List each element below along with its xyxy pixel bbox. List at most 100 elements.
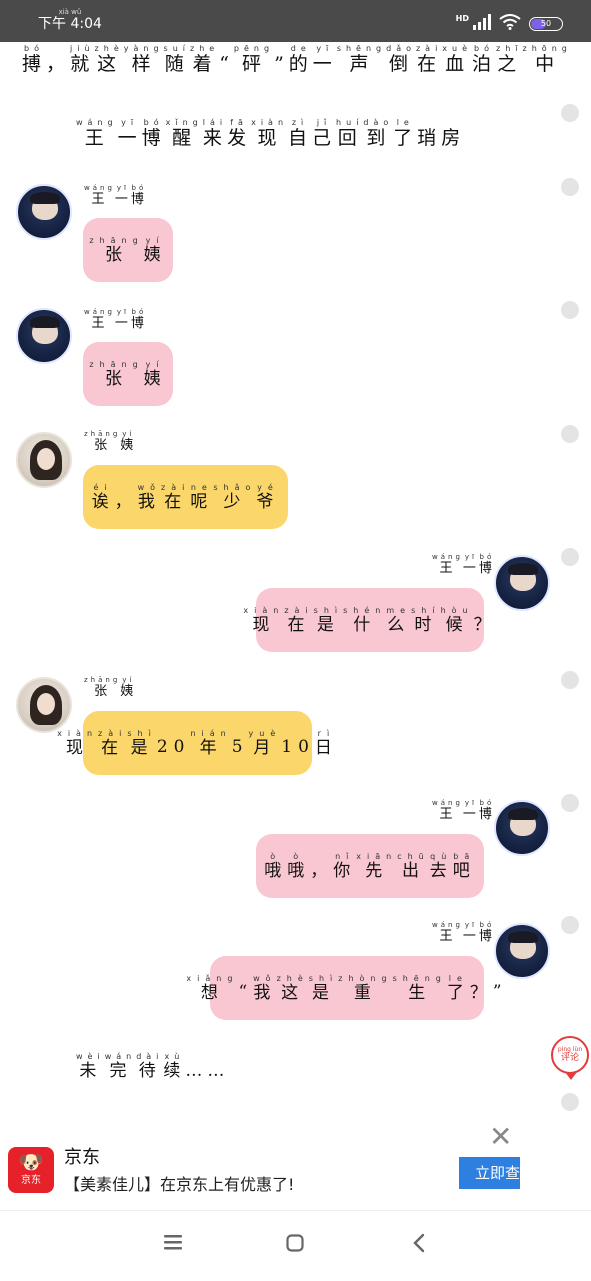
story-pinyin: shēng — [336, 44, 387, 53]
message-char: 哦ò — [264, 851, 288, 881]
message-pinyin: bā — [452, 851, 476, 861]
message-pinyin: shǎo — [213, 482, 257, 492]
story-char: 一yī — [312, 44, 337, 75]
message-pinyin — [157, 730, 191, 739]
story-char: 样yàng — [123, 44, 164, 75]
message-pinyin: xiàn — [57, 728, 99, 738]
ending-pinyin: wèi — [76, 1052, 105, 1061]
message-pinyin: ò — [287, 851, 311, 861]
menu-icon[interactable] — [162, 1233, 184, 1257]
name-pinyin: zhāng — [84, 676, 121, 684]
message-pinyin: ne — [190, 482, 214, 492]
ad-banner[interactable]: ✕ 🐶 京东 京东 【美素佳儿】在京东上有优惠了! 立即查看 — [0, 1115, 591, 1210]
speaker-name: 张zhāng姨yí — [84, 676, 136, 699]
message-pinyin: zài — [284, 605, 314, 615]
story-char: 倒dǎo — [386, 44, 416, 75]
status-icons: HD 50 — [456, 14, 563, 34]
name-pinyin: yí — [120, 430, 137, 438]
message-pinyin: xiǎng — [186, 973, 239, 983]
name-char: 博bó — [478, 799, 495, 822]
message-char: 是shì — [127, 728, 157, 758]
ending-char: 待dài — [136, 1052, 164, 1081]
girl-avatar[interactable] — [16, 677, 72, 733]
message-char: 去qù — [429, 851, 453, 881]
message-char: 年nián — [190, 728, 232, 758]
boy-avatar[interactable] — [16, 184, 72, 240]
boy-avatar[interactable] — [494, 555, 550, 611]
story-pinyin: zhī — [496, 44, 523, 53]
message-char: 你nǐ — [333, 851, 357, 881]
comment-button[interactable]: píng lùn 评论 — [551, 1036, 589, 1080]
paragraph-comment-dot[interactable] — [561, 301, 579, 319]
chat-bubble: 想xiǎng “ 我wǒ 这zhè 是shì 重zhòng 生shēng 了le？ ” — [186, 956, 502, 1020]
message-char: ” — [493, 975, 508, 1002]
message-pinyin — [281, 730, 315, 739]
message-pinyin: shí — [411, 605, 441, 615]
paragraph-comment-dot[interactable] — [561, 916, 579, 934]
message-pinyin: shēng — [392, 973, 447, 983]
story-pinyin: bó — [22, 44, 47, 53]
message-pinyin: rì — [314, 728, 338, 738]
story-char: 就jiù — [70, 44, 95, 75]
message-char: 是shì — [308, 973, 339, 1003]
message-char: 重zhòng — [338, 973, 393, 1003]
story-char: 这zhè — [94, 44, 124, 75]
message-char: 出chū — [397, 851, 430, 881]
paragraph-comment-dot[interactable] — [561, 104, 579, 122]
paragraph-comment-dot[interactable] — [561, 425, 579, 443]
chat-bubble: 哦ò 哦ò， 你nǐ 先xiān 出chū 去qù 吧bā — [256, 834, 484, 898]
speaker-name: 王wáng一yī博bó — [84, 308, 147, 331]
paragraph-comment-dot[interactable] — [561, 794, 579, 812]
message-pinyin: zhāng — [89, 359, 144, 369]
paragraph-comment-dot[interactable] — [561, 178, 579, 196]
message-char: 生shēng — [392, 973, 447, 1003]
name-char: 王wáng — [84, 184, 115, 207]
name-pinyin: yī — [114, 308, 131, 316]
message-pinyin: wǒ — [137, 482, 162, 492]
home-icon[interactable] — [285, 1233, 305, 1259]
story-char: 王wáng — [76, 118, 118, 149]
message-pinyin: chū — [397, 851, 430, 861]
message-char: 张zhāng — [89, 359, 144, 389]
story-char: 声shēng — [336, 44, 387, 75]
jd-logo-text: 京东 — [21, 1175, 41, 1186]
name-pinyin: bó — [130, 184, 147, 192]
message-char: 张zhāng — [89, 235, 144, 265]
boy-avatar[interactable] — [494, 923, 550, 979]
time-prefix: 下午 — [38, 16, 66, 32]
ad-cta-button[interactable]: 立即查看 — [459, 1157, 520, 1189]
paragraph-comment-dot[interactable] — [561, 671, 579, 689]
paragraph-comment-dot[interactable] — [561, 1093, 579, 1111]
paragraph-comment-dot[interactable] — [561, 548, 579, 566]
ending-pinyin: xù — [163, 1052, 186, 1061]
name-char: 姨yí — [120, 430, 137, 453]
close-icon[interactable]: ✕ — [489, 1123, 512, 1151]
message-char: 是shì — [313, 605, 344, 635]
message-char: 月yuè — [248, 728, 282, 758]
story-pinyin — [417, 118, 441, 127]
story-pinyin: xiàn — [251, 118, 289, 127]
message-pinyin — [493, 975, 508, 984]
name-pinyin: zhāng — [84, 430, 121, 438]
message-char: 么me — [386, 605, 412, 635]
message-char: 现xiàn — [243, 605, 285, 635]
girl-avatar[interactable] — [16, 432, 72, 488]
story-char: 着zhe — [190, 44, 220, 75]
story-pinyin: bó — [472, 44, 497, 53]
message-char: 姨yí — [143, 235, 167, 265]
name-char: 博bó — [130, 184, 147, 207]
message-pinyin: éi — [91, 482, 115, 492]
story-char: 醒xǐng — [165, 118, 203, 149]
boy-avatar[interactable] — [494, 800, 550, 856]
story-pinyin: zhe — [190, 44, 220, 53]
message-char: 在zài — [161, 482, 191, 512]
message-pinyin: me — [386, 605, 412, 615]
back-icon[interactable] — [410, 1233, 428, 1259]
story-char: 发fā — [227, 118, 252, 149]
boy-avatar[interactable] — [16, 308, 72, 364]
name-pinyin: yī — [462, 553, 479, 561]
jd-dog-icon: 🐶 — [18, 1150, 44, 1174]
ending-pinyin — [185, 1052, 229, 1061]
message-char: 诶éi — [91, 482, 115, 512]
message-pinyin: zhòng — [338, 973, 393, 983]
